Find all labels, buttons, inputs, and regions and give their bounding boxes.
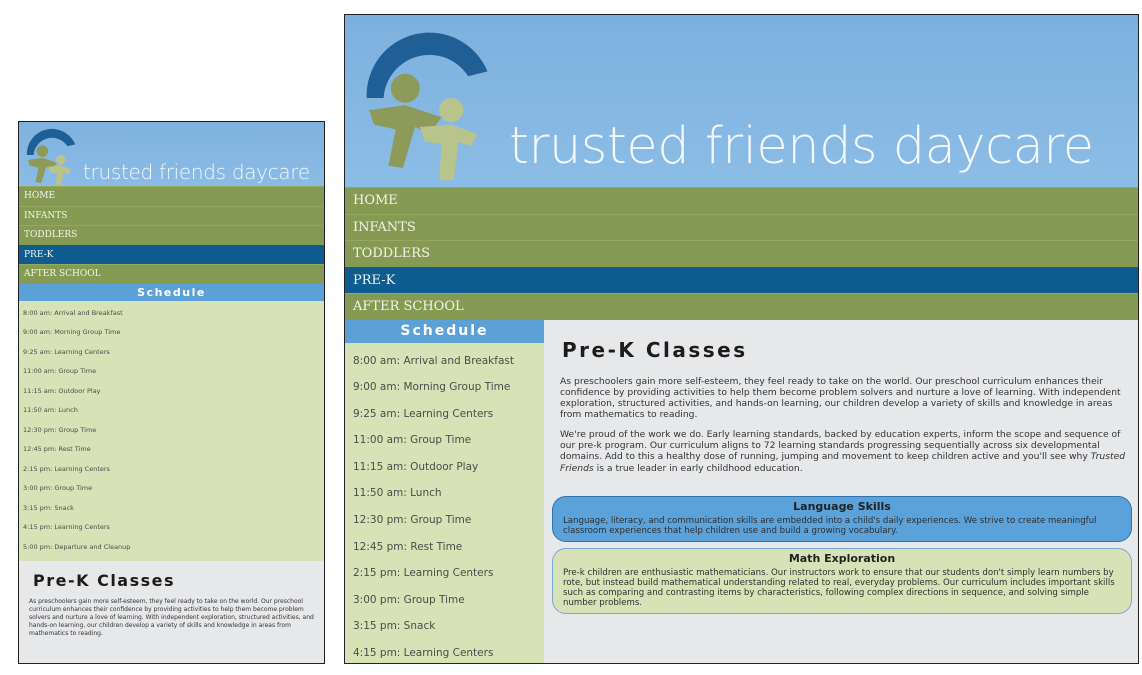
schedule-list: 8:00 am: Arrival and Breakfast 9:00 am: … [345,343,544,664]
nav-item-after-school[interactable]: AFTER SCHOOL [19,264,324,284]
schedule-item: 5:00 pm: Departure and Cleanup [23,542,131,551]
schedule-item: 8:00 am: Arrival and Breakfast [353,354,514,367]
intro-paragraph-2: We're proud of the work we do. Early lea… [560,428,1126,474]
content-area: Schedule 8:00 am: Arrival and Breakfast … [345,319,1138,664]
schedule-item: 11:50 am: Lunch [23,406,78,414]
main-content: Pre-K Classes As preschoolers gain more … [19,561,324,638]
nav-item-toddlers[interactable]: TODDLERS [345,240,1138,267]
page-title: Pre-K Classes [562,337,748,362]
language-skills-title: Language Skills [793,499,891,513]
schedule-item: 4:15 pm: Learning Centers [23,523,110,531]
schedule-item: 4:15 pm: Learning Centers [353,647,494,660]
nav-item-home[interactable]: HOME [19,186,324,206]
language-skills-text: Language, literacy, and communication sk… [563,515,1097,536]
schedule-sidebar: Schedule 8:00 am: Arrival and Breakfast … [345,319,544,664]
nav-item-infants[interactable]: INFANTS [19,205,324,225]
desktop-view-frame: trusted friends daycare HOME INFANTS TOD… [344,14,1139,664]
logo-icon [366,32,488,181]
schedule-item: 11:15 am: Outdoor Play [23,386,101,395]
schedule-item: 11:00 am: Group Time [353,434,472,447]
schedule-list: 8:00 am: Arrival and Breakfast 9:00 am: … [19,300,324,561]
schedule-item: 9:00 am: Morning Group Time [23,328,121,336]
schedule-heading: Schedule [345,319,544,343]
mobile-view-frame: trusted friends daycare HOME INFANTS TOD… [18,121,325,664]
logo-icon [26,128,76,185]
brand-name: trusted friends daycare [509,117,1094,176]
schedule-item: 3:00 pm: Group Time [353,593,465,606]
schedule-item: 3:15 pm: Snack [23,503,74,512]
intro-paragraph: As preschoolers gain more self-esteem, t… [560,375,1121,421]
nav-item-after-school[interactable]: AFTER SCHOOL [345,293,1138,320]
math-exploration-box: Math Exploration Pre-k children are enth… [552,547,1132,614]
schedule-item: 3:15 pm: Snack [353,620,436,633]
page-title: Pre-K Classes [33,571,176,590]
schedule-item: 12:45 pm: Rest Time [23,445,91,453]
nav-item-toddlers[interactable]: TODDLERS [19,225,324,245]
language-skills-box: Language Skills Language, literacy, and … [552,495,1132,542]
main-nav: HOME INFANTS TODDLERS PRE-K AFTER SCHOOL [345,187,1138,320]
nav-item-pre-k[interactable]: PRE-K [19,244,324,264]
schedule-item: 12:30 pm: Group Time [353,514,472,527]
schedule-item: 9:25 am: Learning Centers [23,347,110,356]
site-header: trusted friends daycare [345,15,1138,187]
main-content: Pre-K Classes As preschoolers gain more … [544,319,1138,663]
site-header: trusted friends daycare [19,122,324,186]
schedule-item: 9:25 am: Learning Centers [353,407,494,420]
schedule-item: 12:30 pm: Group Time [23,425,97,434]
nav-item-infants[interactable]: INFANTS [345,213,1138,240]
schedule-item: 2:15 pm: Learning Centers [353,567,494,580]
schedule-item: 9:00 am: Morning Group Time [353,381,511,394]
nav-item-home[interactable]: HOME [345,187,1138,214]
math-exploration-text: Pre-k children are enthusiastic mathemat… [563,567,1115,608]
schedule-item: 11:50 am: Lunch [353,487,442,500]
schedule-heading: Schedule [19,283,324,301]
schedule-item: 12:45 pm: Rest Time [353,540,463,553]
schedule-item: 11:00 am: Group Time [23,367,97,375]
schedule-item: 2:15 pm: Learning Centers [23,464,110,473]
nav-item-pre-k[interactable]: PRE-K [345,266,1138,293]
schedule-item: 11:15 am: Outdoor Play [353,460,479,473]
math-exploration-title: Math Exploration [788,551,896,565]
intro-paragraph: As preschoolers gain more self-esteem, t… [29,598,314,637]
brand-name: trusted friends daycare [83,160,310,184]
schedule-item: 3:00 pm: Group Time [23,484,93,492]
main-nav: HOME INFANTS TODDLERS PRE-K AFTER SCHOOL [19,186,324,284]
schedule-item: 8:00 am: Arrival and Breakfast [23,308,123,317]
